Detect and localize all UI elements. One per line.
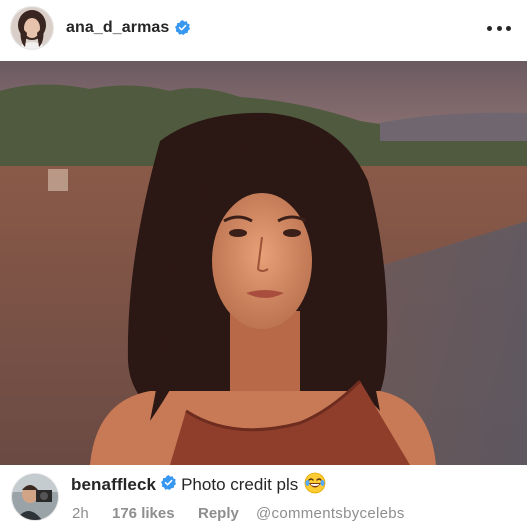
author-username[interactable]: ana_d_armas xyxy=(66,18,169,38)
more-options-icon[interactable] xyxy=(487,18,511,38)
menu-dot xyxy=(506,25,511,31)
post-header: ana_d_armas xyxy=(0,0,527,60)
watermark: @commentsbycelebs xyxy=(256,504,405,522)
menu-dot xyxy=(496,25,502,31)
comment: benaffleck Photo credit pls xyxy=(71,472,326,499)
comment-meta: 2h 176 likes Reply @commentsbycelebs xyxy=(72,503,405,523)
post-photo[interactable] xyxy=(0,61,527,465)
laughing-tears-emoji-icon xyxy=(304,472,326,499)
reply-button[interactable]: Reply xyxy=(198,505,256,522)
comment-timestamp: 2h xyxy=(72,504,89,522)
verified-badge-icon xyxy=(175,20,190,40)
menu-dot xyxy=(487,25,492,31)
comment-text: Photo credit pls xyxy=(181,475,299,494)
instagram-post: ana_d_armas benaffleck Photo credit pls … xyxy=(0,0,527,527)
verified-badge-icon xyxy=(161,475,177,495)
author-avatar[interactable] xyxy=(11,7,53,49)
commenter-avatar[interactable] xyxy=(12,474,58,520)
comment-likes[interactable]: 176 likes xyxy=(112,505,198,522)
commenter-username[interactable]: benaffleck xyxy=(71,475,156,495)
